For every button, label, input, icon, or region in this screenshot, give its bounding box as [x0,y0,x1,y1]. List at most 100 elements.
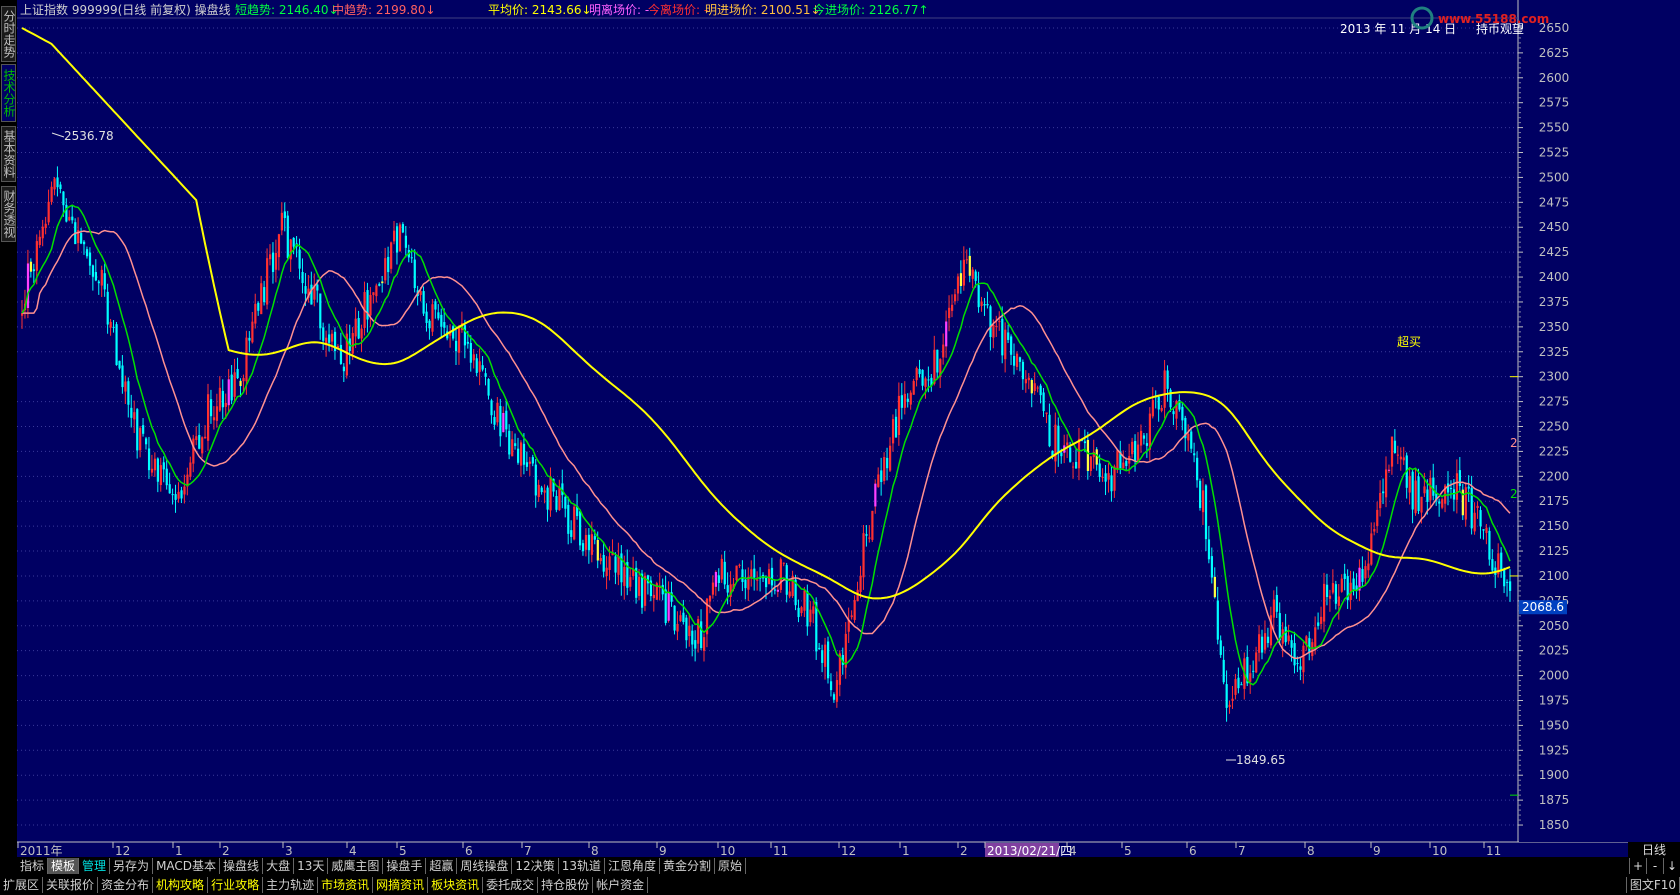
candle-body [1414,480,1417,514]
period-label[interactable]: 日线 [1628,842,1680,858]
candle-body [1015,353,1019,367]
toolbar2-item-5[interactable]: 主力轨迹 [263,877,319,893]
toolbar1-item-5[interactable]: 操盘线 [220,858,264,874]
toolbar2-item-8[interactable]: 板块资讯 [428,877,484,893]
candle-body [204,436,207,439]
candle-body [531,457,534,464]
zoom-button-2[interactable]: ↓ [1663,858,1680,874]
candle-body [714,572,718,587]
candle-body [387,256,390,273]
zoom-button-0[interactable]: + [1629,858,1646,874]
candle-body [322,327,325,341]
time-axis-label-16: 2013/02/21/四 [987,844,1072,857]
candle-body [484,373,487,377]
candle-body [1116,450,1119,469]
toolbar2-item-10[interactable]: 持仓股份 [538,877,594,893]
candle-body [502,412,505,433]
toolbar1-item-13[interactable]: 13轨道 [559,858,605,874]
candle-body [1134,440,1137,462]
toolbar2-item-9[interactable]: 委托成交 [483,877,539,893]
toolbar1-item-16[interactable]: 原始 [715,858,747,874]
toolbar2-item-2[interactable]: 资金分布 [98,877,154,893]
low-price-label: 1849.65 [1236,753,1286,767]
high-pointer [51,132,65,138]
candle-body [1275,594,1278,612]
time-axis-label-13: 12 [841,844,856,857]
toolbar1-item-4[interactable]: MACD基本 [153,858,221,874]
candle-body [248,337,251,341]
price-tick-label: 2025 [1539,644,1570,658]
toolbar2-item-4[interactable]: 行业攻略 [208,877,264,893]
candle-body [277,234,281,258]
time-axis-label-3: 2 [222,844,230,857]
candle-body [1057,425,1060,454]
toolbar1-item-1[interactable]: 模板 [48,858,80,874]
candle-body [753,568,756,578]
candle-body [1222,659,1225,683]
candle-body [1293,643,1296,666]
candle-body [726,585,729,593]
price-tick-label: 2125 [1539,544,1570,558]
candle-body [85,249,89,257]
candle-body [1272,599,1276,618]
candle-body [555,495,558,510]
candle-body [221,390,224,408]
candle-body [927,379,930,381]
stock-title: 上证指数 999999(日线 前复权) 操盘线 [20,2,231,17]
candle-body [1449,487,1453,489]
header-indicator-0: 短趋势: 2146.40↓ [235,3,339,17]
toolbar1-item-2[interactable]: 管理 [79,858,111,874]
time-axis-label-15: 2 [960,844,968,857]
toolbar2-item-3[interactable]: 机构攻略 [153,877,209,893]
candle-body [676,623,679,632]
toolbar1-item-11[interactable]: 周线操盘 [457,858,513,874]
candle-body [809,609,812,623]
candle-body [1142,435,1146,439]
toolbar1-item-6[interactable]: 大盘 [263,858,295,874]
toolbar2-item-6[interactable]: 市场资讯 [318,877,374,893]
toolbar1-item-9[interactable]: 操盘手 [383,858,427,874]
candle-body [1503,569,1506,587]
header-indicator-3: 明离场价: - [589,2,649,17]
toolbar2-item-11[interactable]: 帐户资金 [593,877,649,893]
candle-body [995,325,998,327]
candle-body [304,286,307,294]
price-tick-label: 1925 [1539,743,1570,757]
candle-body [1030,379,1033,394]
candle-body [859,575,862,593]
toolbar1-item-14[interactable]: 江恩角度 [605,858,660,874]
candle-body [989,306,992,338]
kline-chart[interactable]: 2650262526002575255025252500247524502425… [0,0,1680,857]
candle-body [68,216,71,221]
candle-body [1225,684,1228,708]
toolbar1-item-10[interactable]: 超赢 [426,858,458,874]
toolbar1-item-3[interactable]: 另存为 [110,858,154,874]
candle-body [986,303,989,306]
candle-body [691,630,694,645]
candle-body [948,307,951,319]
f10-button[interactable]: 图文F10 [1625,877,1680,893]
candle-body [147,448,151,471]
candle-body [1018,357,1022,362]
candle-body [770,567,774,586]
candle-body [224,402,227,407]
toolbar2-item-1[interactable]: 关联报价 [43,877,99,893]
candle-body [903,393,906,408]
candle-body [998,321,1001,323]
toolbar1-item-15[interactable]: 黄金分割 [660,858,716,874]
price-tick-label: 2525 [1539,146,1570,160]
toolbar1-item-0[interactable]: 指标 [17,858,49,874]
toolbar1-item-8[interactable]: 威鹰主图 [328,858,384,874]
zoom-button-1[interactable]: - [1646,858,1663,874]
candle-body [269,254,272,260]
toolbar1-item-12[interactable]: 12决策 [512,858,559,874]
toolbar2-item-7[interactable]: 网摘资讯 [373,877,429,893]
candle-body [1438,501,1441,504]
toolbar2-item-0[interactable]: 扩展区 [0,877,44,893]
candle-body [915,368,918,381]
candle-body [1160,407,1163,411]
toolbar1-item-7[interactable]: 13天 [294,858,329,874]
candle-body [1234,679,1237,695]
candle-body [1482,529,1485,531]
candle-body [201,437,204,454]
